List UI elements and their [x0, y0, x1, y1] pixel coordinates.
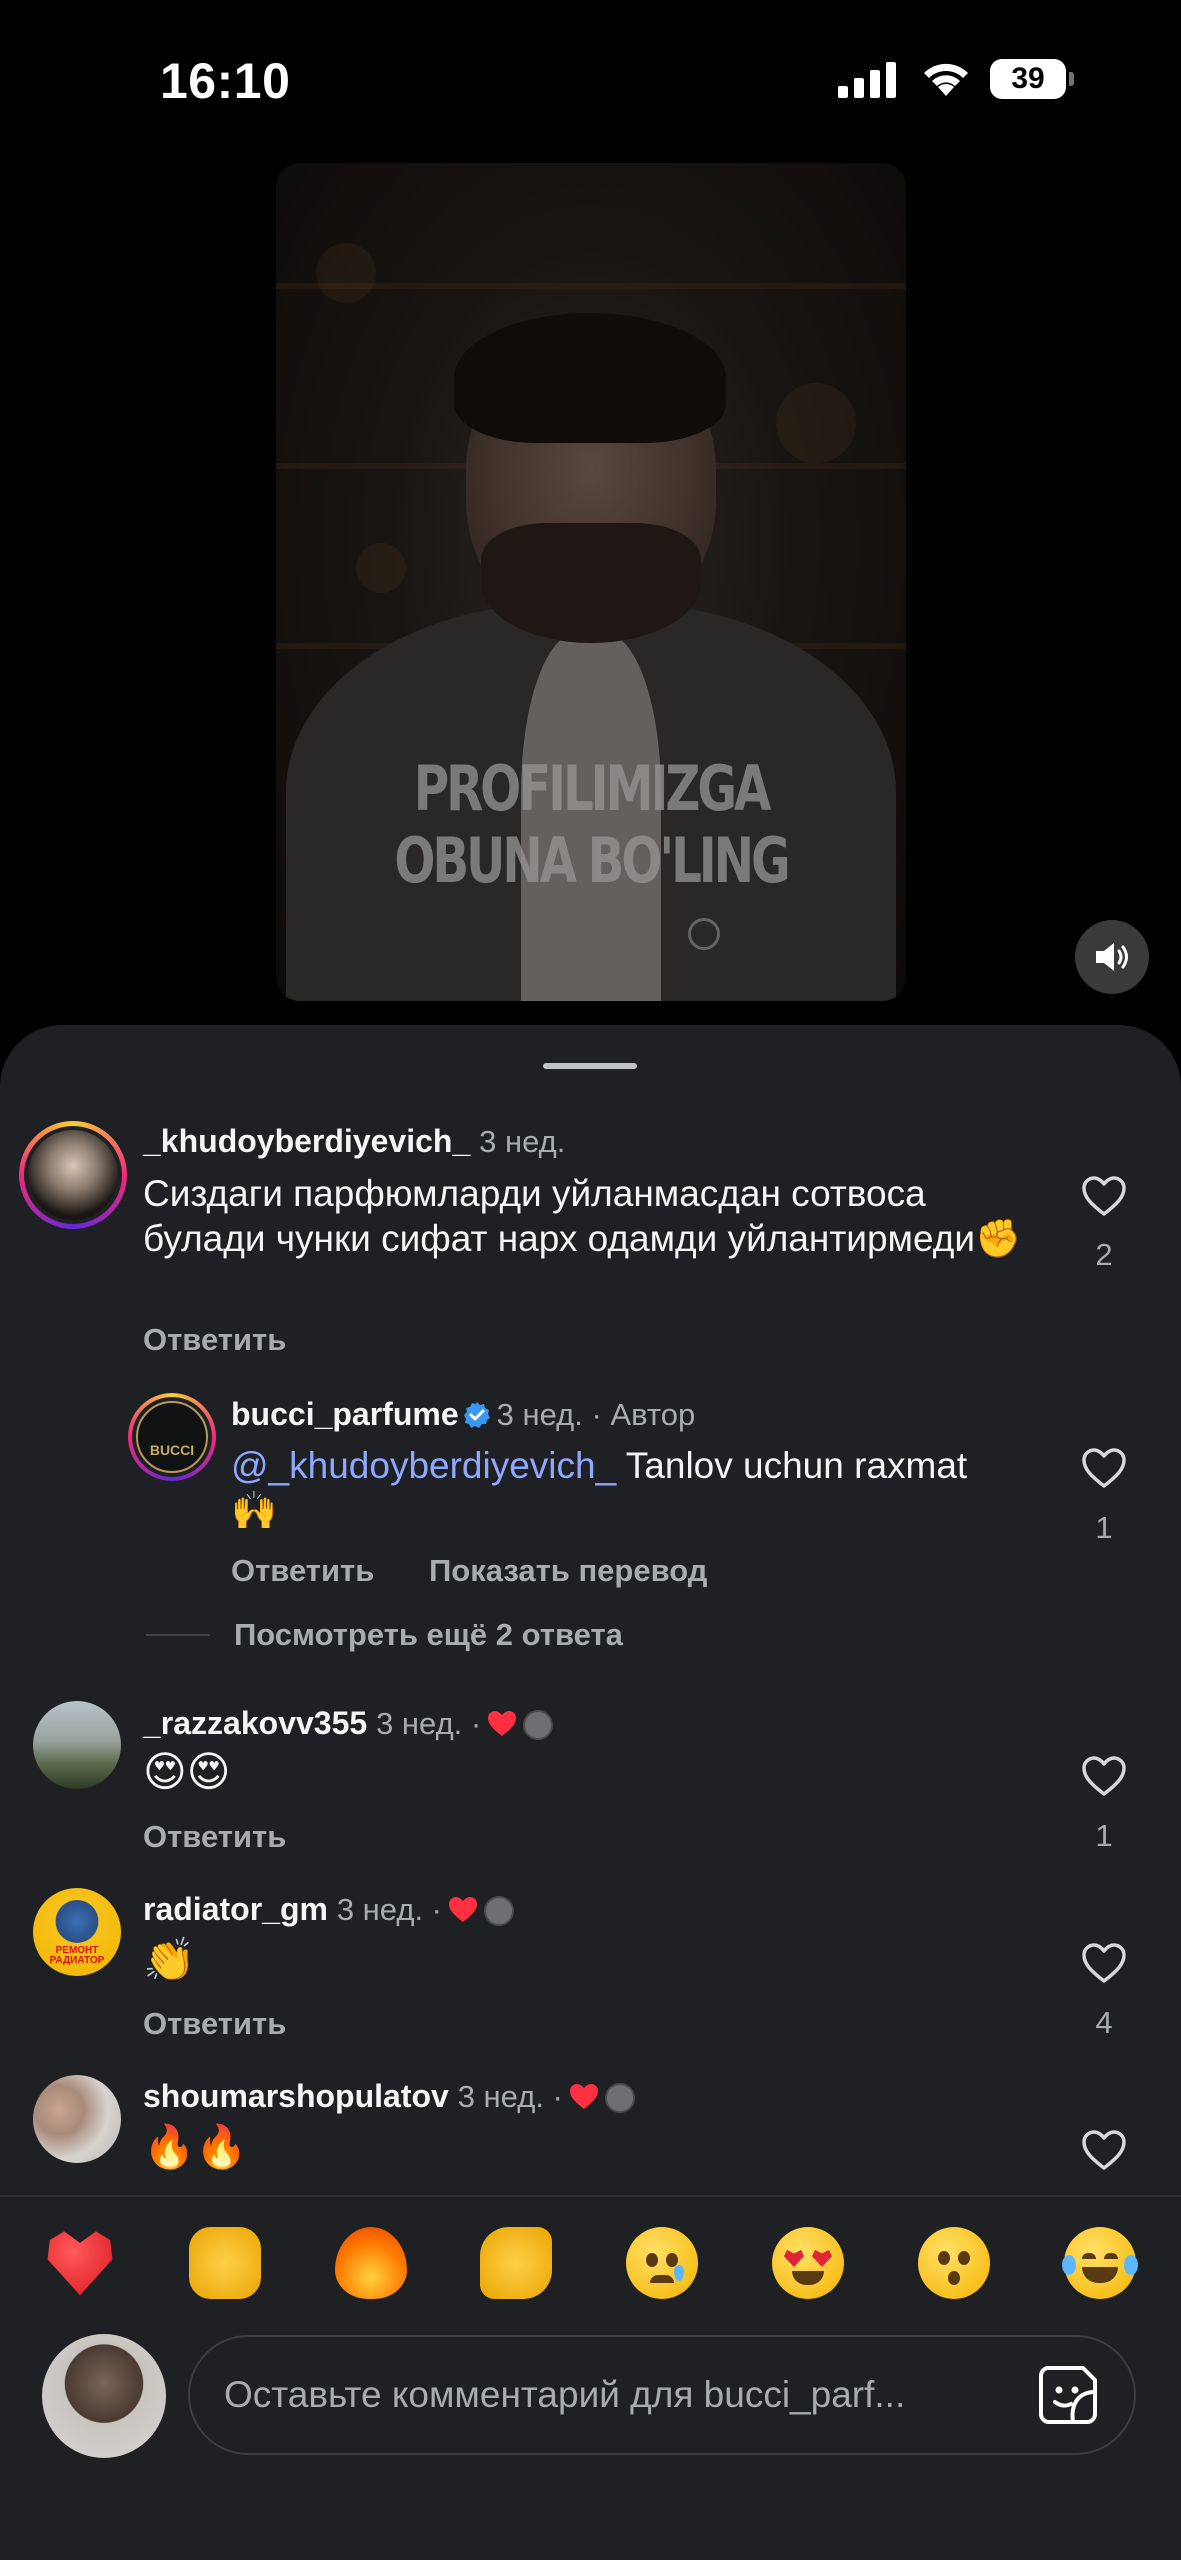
raising-hands-emoji-button[interactable] — [189, 2227, 261, 2299]
story-ring[interactable]: BUCCI — [128, 1393, 216, 1481]
reply-time: 3 нед. · Автор — [496, 1397, 696, 1432]
comment-username[interactable]: shoumarshopulatov — [143, 2078, 449, 2114]
comment-time: 3 нед. · — [457, 2079, 563, 2114]
like-heart-icon[interactable] — [1081, 1447, 1127, 1489]
reply-text: @_khudoyberdiyevich_ Tanlov uchun raxmat… — [231, 1445, 968, 1532]
comment-text: 👏 — [143, 1935, 196, 1984]
author-liked-heart-icon — [569, 2084, 598, 2109]
avatar-logo-text: РЕМОНТ РАДИАТОР — [49, 1945, 105, 1966]
reel-video[interactable]: PROFILIMIZGA OBUNA BO'LING — [276, 163, 906, 1001]
video-caption: PROFILIMIZGA OBUNA BO'LING — [394, 752, 790, 897]
comment-text: 😍😍 — [143, 1747, 231, 1796]
comment-input[interactable] — [224, 2337, 1004, 2453]
avatar[interactable]: РЕМОНТ РАДИАТОР — [33, 1888, 121, 1976]
reply-button[interactable]: Ответить — [143, 1322, 286, 1358]
status-bar: 16:10 39 — [0, 0, 1181, 160]
reply-button[interactable]: Ответить — [143, 2006, 286, 2042]
cellular-signal-icon — [838, 62, 896, 98]
clapping-hands-emoji-button[interactable] — [480, 2227, 552, 2299]
like-heart-icon[interactable] — [1081, 2129, 1127, 2171]
avatar-logo-text: BUCCI — [149, 1442, 195, 1458]
comment-username[interactable]: radiator_gm — [143, 1891, 328, 1927]
comment-text: Сиздаги парфюмларди уйланмасдан сотвоса … — [143, 1173, 1022, 1260]
like-count: 2 — [1095, 1237, 1113, 1272]
astonished-face-emoji-button[interactable] — [918, 2227, 990, 2299]
avatar[interactable] — [33, 2075, 121, 2163]
battery-icon: 39 — [990, 59, 1076, 99]
view-more-divider — [146, 1634, 210, 1636]
author-liked-heart-icon — [488, 1711, 517, 1736]
quick-emoji-bar — [0, 2195, 1181, 2330]
status-time: 16:10 — [160, 53, 291, 109]
author-avatar-mini — [604, 2083, 635, 2113]
sound-toggle-button[interactable] — [1075, 920, 1149, 994]
avatar[interactable] — [28, 1130, 118, 1220]
watermark-icon — [688, 918, 720, 950]
show-translation-button[interactable]: Показать перевод — [429, 1553, 707, 1589]
mention-link[interactable]: @_khudoyberdiyevich_ — [231, 1445, 616, 1486]
wifi-icon — [924, 63, 968, 96]
comment-field[interactable] — [188, 2335, 1136, 2455]
like-count: 4 — [1095, 2005, 1113, 2040]
comment-time: 3 нед. — [479, 1124, 566, 1159]
avatar[interactable] — [33, 1701, 121, 1789]
comment-username[interactable]: _razzakovv355 — [143, 1705, 367, 1741]
verified-badge-icon — [463, 1402, 490, 1428]
like-count: 1 — [1095, 1818, 1113, 1853]
reply-username[interactable]: bucci_parfume — [231, 1396, 459, 1432]
red-heart-emoji-button[interactable] — [47, 2231, 113, 2296]
like-heart-icon[interactable] — [1081, 1175, 1127, 1217]
sticker-icon[interactable] — [1035, 2362, 1101, 2428]
like-heart-icon[interactable] — [1081, 1755, 1127, 1797]
comment-username[interactable]: _khudoyberdiyevich_ — [143, 1123, 470, 1159]
author-liked-heart-icon — [449, 1897, 477, 1922]
fire-emoji-button[interactable] — [335, 2227, 407, 2299]
battery-level: 39 — [990, 59, 1066, 99]
author-avatar-mini — [523, 1710, 554, 1740]
current-user-avatar[interactable] — [42, 2334, 166, 2458]
reply-button[interactable]: Ответить — [231, 1553, 374, 1589]
story-ring[interactable] — [19, 1121, 127, 1229]
reply-button[interactable]: Ответить — [143, 1819, 286, 1855]
view-more-replies-button[interactable]: Посмотреть ещё 2 ответа — [234, 1617, 623, 1653]
avatar[interactable]: BUCCI — [136, 1401, 208, 1473]
like-count: 1 — [1095, 1510, 1113, 1545]
sheet-grabber[interactable] — [543, 1063, 637, 1069]
heart-eyes-emoji-button[interactable] — [772, 2227, 844, 2299]
author-avatar-mini — [484, 1896, 514, 1926]
tears-of-joy-emoji-button[interactable] — [1062, 2227, 1138, 2299]
speaker-icon — [1096, 943, 1128, 971]
like-heart-icon[interactable] — [1081, 1942, 1127, 1984]
comment-time: 3 нед. · — [336, 1892, 442, 1927]
crying-face-emoji-button[interactable] — [626, 2227, 698, 2299]
comment-text: 🔥🔥 — [143, 2122, 248, 2171]
comment-time: 3 нед. · — [376, 1706, 482, 1741]
